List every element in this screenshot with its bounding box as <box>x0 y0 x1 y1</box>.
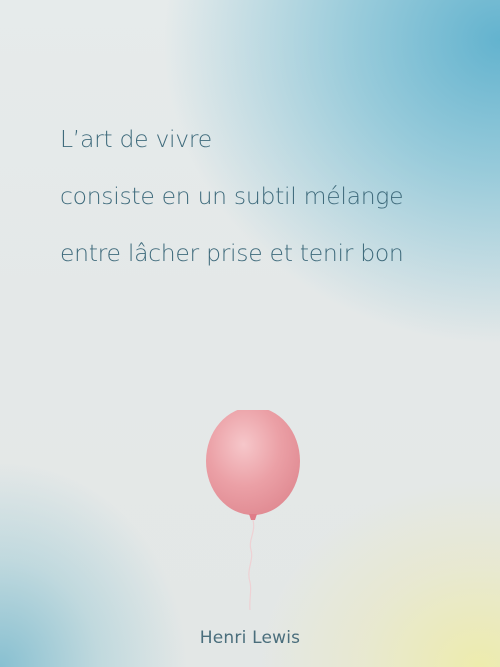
quote-line-2: consiste en un subtil mélange <box>60 182 404 210</box>
balloon-icon <box>200 407 310 611</box>
quote-line-1: L’art de vivre <box>60 125 212 153</box>
quote-line-3: entre lâcher prise et tenir bon <box>60 239 404 267</box>
quote-text: L’art de vivre consiste en un subtil mél… <box>60 111 404 282</box>
author-name: Henri Lewis <box>199 628 301 648</box>
poster: L’art de vivre consiste en un subtil mél… <box>0 0 500 667</box>
